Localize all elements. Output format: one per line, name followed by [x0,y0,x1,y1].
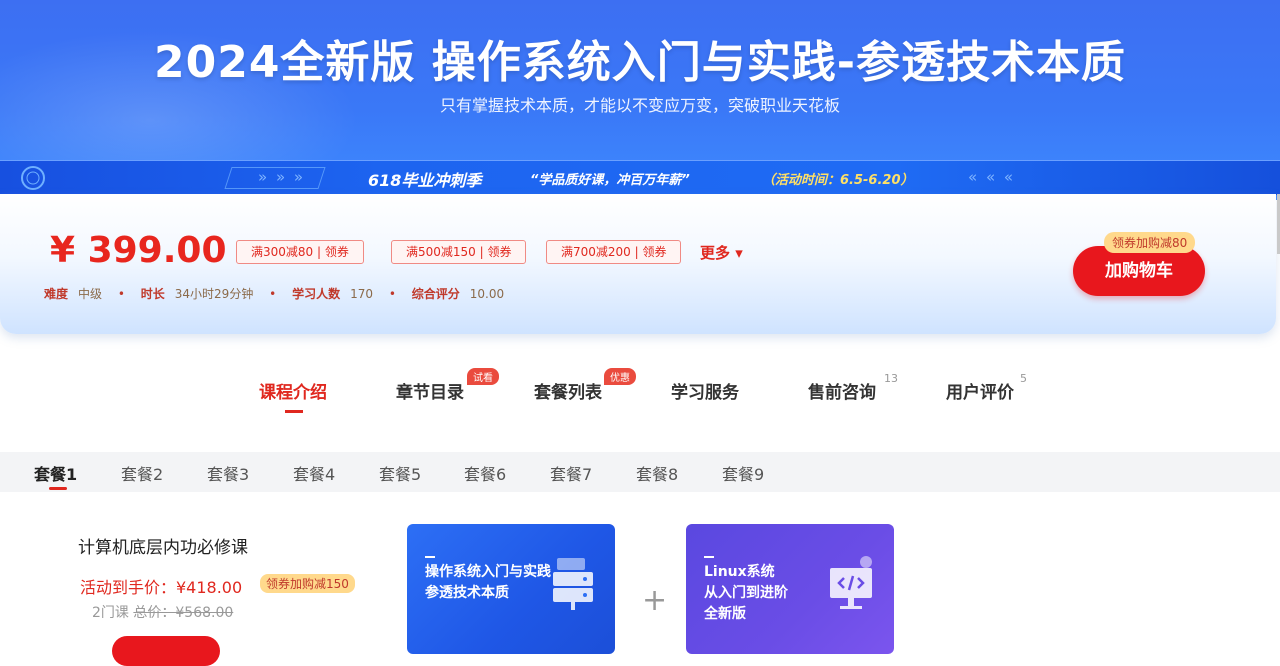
package-price: 活动到手价：¥418.00 [80,578,243,597]
course-price: ¥ 399.00 [50,230,227,271]
meta-value: 中级 [78,287,103,301]
package-tab[interactable]: 套餐1 [34,461,77,485]
discount-badge: 优惠 [604,368,636,385]
course-subtitle: 只有掌握技术本质，才能以不变应万变，突破职业天花板 [439,96,840,115]
card-dash [425,556,435,558]
promo-slogan: “学品质好课，冲百万年薪” [530,173,690,188]
package-discount-tag: 领券加购减150 [260,574,355,593]
more-coupons-button[interactable]: 更多 ▾ [700,242,743,263]
buy-package-button[interactable] [112,636,220,666]
card-title: 操作系统入门与实践 参透技术本质 [425,562,551,604]
card-line: 参透技术本质 [425,585,509,601]
package-tab[interactable]: 套餐2 [121,461,163,485]
meta-value: 34小时29分钟 [174,287,254,301]
package-tab[interactable]: 套餐7 [550,461,592,485]
meta-label: 学习人数 [292,287,341,301]
card-line: 从入门到进阶 [704,585,788,601]
promo-title: 618毕业冲刺季 [368,171,482,190]
tab-course-intro[interactable]: 课程介绍 [259,378,327,403]
package-tab[interactable]: 套餐4 [293,461,335,485]
tab-presale-consult[interactable]: 售前咨询 [808,378,876,403]
meta-label: 难度 [44,287,69,301]
package-total-price: 总价：¥568.00 [133,605,234,621]
package-tab[interactable]: 套餐5 [379,461,421,485]
course-title: 2024全新版 操作系统入门与实践-参透技术本质 [153,37,1127,88]
meta-value: 10.00 [469,287,505,301]
course-card[interactable]: Linux系统 从入门到进阶 全新版 [686,524,894,654]
package-name: 计算机底层内功必修课 [78,538,248,558]
separator: • [117,287,125,301]
tab-learning-service[interactable]: 学习服务 [671,378,739,403]
coupon-button[interactable]: 满500减150 | 领券 [391,240,527,264]
plus-icon: + [642,583,668,618]
clock-icon [21,166,45,190]
active-tab-indicator [285,410,303,413]
tab-chapters[interactable]: 章节目录 [396,378,464,403]
meta-label: 综合评分 [411,287,460,301]
course-card[interactable]: 操作系统入门与实践 参透技术本质 [407,524,615,654]
card-dash [704,556,714,558]
package-tabs: 套餐1 套餐2 套餐3 套餐4 套餐5 套餐6 套餐7 套餐8 套餐9 [0,452,1280,492]
active-package-indicator [49,487,67,490]
package-tab[interactable]: 套餐6 [464,461,506,485]
card-line: Linux系统 [704,564,775,580]
code-monitor-icon [830,556,872,609]
course-meta: 难度 中级 • 时长 34小时29分钟 • 学习人数 170 • 综合评分 10.00 [44,285,504,302]
package-tab[interactable]: 套餐3 [207,461,249,485]
server-icon [553,558,593,610]
review-count: 5 [1020,372,1027,385]
promo-time: （活动时间：6.5-6.20） [762,173,914,188]
separator: • [388,287,396,301]
card-title: Linux系统 从入门到进阶 全新版 [704,562,788,625]
course-tabs: 课程介绍 章节目录 试看 套餐列表 优惠 学习服务 售前咨询 13 用户评价 5 [0,366,1280,416]
card-line: 全新版 [704,606,746,622]
package-course-count: 2门课 [92,605,129,621]
separator: • [269,287,277,301]
tab-user-reviews[interactable]: 用户评价 [946,378,1014,403]
meta-value: 170 [350,287,373,301]
chevron-left-icon: « « « [968,168,1016,186]
price-panel: ¥ 399.00 满300减80 | 领券 满500减150 | 领券 满700… [0,194,1276,334]
trial-badge: 试看 [467,368,499,385]
tab-packages[interactable]: 套餐列表 [534,378,602,403]
package-original-price: 2门课 总价：¥568.00 [92,602,233,622]
coupon-button[interactable]: 满700减200 | 领券 [546,240,682,264]
consult-count: 13 [884,372,898,385]
cart-discount-tip: 领券加购减80 [1104,232,1196,253]
add-to-cart-button[interactable]: 加购物车 [1073,246,1205,296]
coupon-button[interactable]: 满300减80 | 领券 [236,240,364,264]
promo-strip: » » » 618毕业冲刺季 “学品质好课，冲百万年薪” （活动时间：6.5-6… [0,160,1280,195]
chevron-right-icon: » » » [258,168,306,186]
package-tab[interactable]: 套餐9 [722,461,764,485]
meta-label: 时长 [140,287,165,301]
package-tab[interactable]: 套餐8 [636,461,678,485]
card-line: 操作系统入门与实践 [425,564,551,580]
